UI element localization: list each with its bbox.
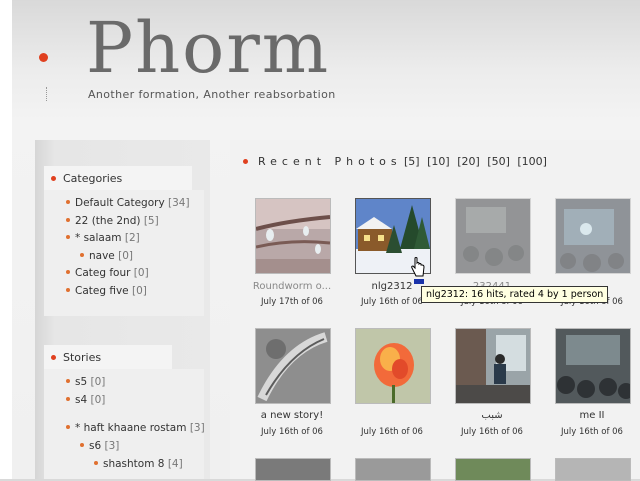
photo-thumbnail[interactable]	[255, 458, 331, 481]
bullet-icon	[66, 425, 70, 429]
header-bullet-icon	[39, 53, 48, 62]
bullet-icon	[66, 379, 70, 383]
bullet-icon	[66, 288, 70, 292]
categories-list: Default Category [34] 22 (the 2nd) [5] *…	[44, 190, 204, 316]
bullet-icon	[66, 200, 70, 204]
stories-title: Stories	[44, 345, 172, 369]
category-item[interactable]: nave [0]	[80, 250, 133, 262]
projector-photo[interactable]	[555, 198, 631, 274]
bullet-icon	[66, 235, 70, 239]
categories-title: Categories	[44, 166, 192, 190]
photo-name[interactable]: شبب	[442, 410, 542, 421]
story-item[interactable]: shashtom 8 [4]	[94, 458, 183, 470]
count-link-20[interactable]: [20]	[457, 155, 480, 168]
dark-room-photo[interactable]	[455, 198, 531, 274]
photo-tooltip: nlg2312: 16 hits, rated 4 by 1 person	[421, 286, 609, 303]
audience-photo[interactable]	[555, 328, 631, 404]
stories-list: s5 [0] s4 [0] * haft khaane rostam [3] s…	[44, 369, 205, 479]
count-link-100[interactable]: [100]	[517, 155, 547, 168]
bullet-icon	[66, 218, 70, 222]
photo-thumbnail[interactable]	[355, 458, 431, 481]
left-margin	[0, 0, 12, 479]
sidebar: Categories Default Category [34] 22 (the…	[35, 140, 210, 479]
bullet-icon	[94, 461, 98, 465]
photo-date: July 16th of 06	[261, 427, 323, 437]
count-link-5[interactable]: [5]	[404, 155, 420, 168]
bullet-icon	[51, 354, 56, 360]
category-item[interactable]: Categ four [0]	[66, 267, 149, 279]
story-item[interactable]: s4 [0]	[66, 394, 105, 406]
site-tagline: Another formation, Another reabsorbation	[88, 88, 336, 101]
icicle-branch-photo[interactable]	[255, 198, 331, 274]
bullet-icon	[80, 443, 84, 447]
photo-thumbnail[interactable]	[455, 458, 531, 481]
bullet-icon	[51, 175, 56, 181]
story-item[interactable]: * haft khaane rostam [3]	[66, 422, 205, 434]
bw-leaf-photo[interactable]	[255, 328, 331, 404]
person-photo[interactable]	[455, 328, 531, 404]
bullet-icon	[80, 253, 84, 257]
story-item[interactable]: s5 [0]	[66, 376, 105, 388]
photo-date: July 16th of 06	[561, 427, 623, 437]
category-item[interactable]: Categ five [0]	[66, 285, 147, 297]
count-link-10[interactable]: [10]	[427, 155, 450, 168]
category-item[interactable]: * salaam [2]	[66, 232, 140, 244]
bullet-icon	[243, 159, 248, 164]
site-title[interactable]: Phorm	[86, 6, 330, 90]
rose-photo[interactable]	[355, 328, 431, 404]
story-item[interactable]: s6 [3]	[80, 440, 119, 452]
count-link-50[interactable]: [50]	[487, 155, 510, 168]
photo-name[interactable]: a new story!	[242, 410, 342, 421]
category-item[interactable]: 22 (the 2nd) [5]	[66, 215, 159, 227]
recent-photos-heading: Recent Photos	[258, 155, 402, 168]
hand-cursor-icon	[411, 257, 425, 277]
header-divider	[46, 87, 48, 101]
photo-date: July 16th of 06	[461, 427, 523, 437]
photo-date: July 17th of 06	[261, 297, 323, 307]
bullet-icon	[66, 397, 70, 401]
photo-date: July 16th of 06	[361, 427, 423, 437]
photo-count-links: [5] [10] [20] [50] [100]	[404, 155, 551, 168]
category-item[interactable]: Default Category [34]	[66, 197, 190, 209]
bullet-icon	[66, 270, 70, 274]
photo-name[interactable]: me II	[542, 410, 640, 421]
photo-thumbnail[interactable]	[555, 458, 631, 481]
photo-name[interactable]: Roundworm o...	[242, 281, 342, 292]
